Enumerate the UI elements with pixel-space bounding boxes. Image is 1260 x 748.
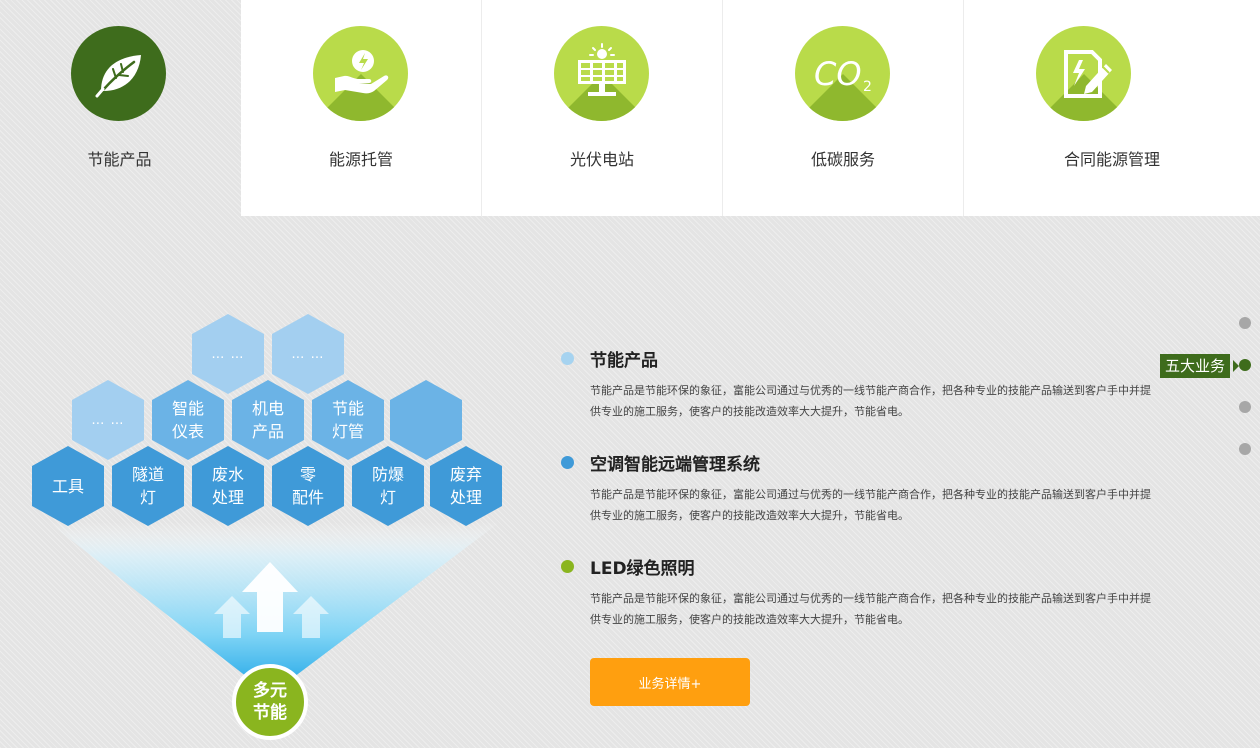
info-desc: 节能产品是节能环保的象征，富能公司通过与优秀的一线节能产商合作，把各种专业的技能… — [590, 488, 1151, 522]
bullet-dot — [561, 560, 574, 573]
tab-label: 合同能源管理 — [1063, 150, 1160, 169]
info-title: LED绿色照明 — [590, 559, 695, 579]
bullet-dot — [561, 456, 574, 469]
tab-label: 光伏电站 — [569, 150, 634, 169]
tab-solar-station[interactable]: 光伏电站 — [482, 0, 723, 216]
side-nav-dot-2[interactable] — [1239, 359, 1251, 371]
info-title: 节能产品 — [590, 351, 658, 371]
bullet-dot — [561, 352, 574, 365]
info-title: 空调智能远端管理系统 — [590, 455, 760, 475]
core-badge: 多元 节能 — [232, 664, 308, 740]
tab-label: 节能产品 — [87, 150, 152, 169]
tab-label: 低碳服务 — [810, 150, 875, 169]
info-desc: 节能产品是节能环保的象征，富能公司通过与优秀的一线节能产商合作，把各种专业的技能… — [590, 592, 1151, 626]
side-nav-dot-1[interactable] — [1239, 317, 1251, 329]
side-nav-pointer — [1233, 360, 1239, 372]
co2-subscript: 2 — [863, 79, 872, 95]
side-nav-dot-4[interactable] — [1239, 443, 1251, 455]
co2-text: CO — [814, 55, 862, 93]
tab-label: 能源托管 — [328, 150, 393, 169]
product-hexagon-graphic: … … … … … … 智能 仪表 机电 产品 节能 灯管 工具 隧道 灯 废水… — [0, 300, 560, 748]
business-tabs: 节能产品 能源托管 光伏电站 CO 2 低碳服务 合同能源管理 — [0, 0, 1260, 216]
tab-low-carbon[interactable]: CO 2 低碳服务 — [723, 0, 964, 216]
hand-energy-icon — [313, 26, 408, 121]
co2-icon: CO 2 — [795, 26, 890, 121]
leaf-icon — [71, 26, 166, 121]
side-nav-dot-3[interactable] — [1239, 401, 1251, 413]
solar-panel-icon — [554, 26, 649, 121]
side-nav-label: 五大业务 — [1160, 354, 1231, 378]
info-desc: 节能产品是节能环保的象征，富能公司通过与优秀的一线节能产商合作，把各种专业的技能… — [590, 384, 1151, 418]
tab-energy-products[interactable]: 节能产品 — [0, 0, 241, 216]
tab-contract-energy[interactable]: 合同能源管理 — [964, 0, 1260, 216]
contract-pen-icon — [1036, 26, 1131, 121]
tab-energy-hosting[interactable]: 能源托管 — [241, 0, 482, 216]
business-details-button[interactable]: 业务详情+ — [590, 658, 750, 706]
